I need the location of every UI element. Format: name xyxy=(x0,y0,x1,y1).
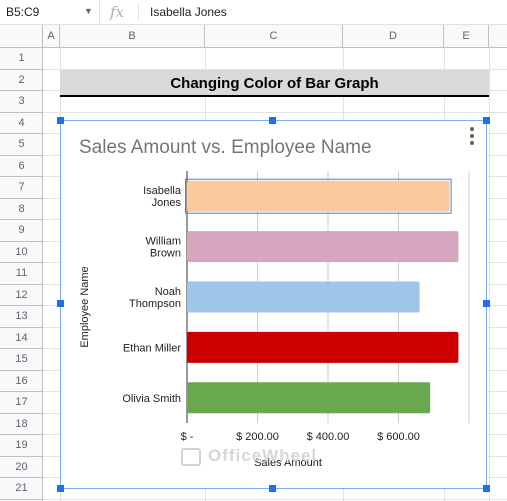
resize-handle-top-left[interactable] xyxy=(57,117,64,124)
category-label: William xyxy=(146,236,181,248)
row-header-19[interactable]: 19 xyxy=(0,435,43,457)
row-header-12[interactable]: 12 xyxy=(0,285,43,306)
sheet-title-cell[interactable]: Changing Color of Bar Graph xyxy=(60,70,489,97)
row-header-13[interactable]: 13 xyxy=(0,306,43,328)
grid-row-line xyxy=(43,498,507,500)
grid-row-line xyxy=(43,111,507,113)
resize-handle-bottom[interactable] xyxy=(269,485,276,492)
category-label: Ethan Miller xyxy=(123,342,181,354)
category-label: Noah xyxy=(155,286,181,298)
row-header-4[interactable]: 4 xyxy=(0,113,43,134)
y-axis-title: Employee Name xyxy=(79,266,91,347)
name-box-value: B5:C9 xyxy=(6,5,40,19)
x-tick-label: $ - xyxy=(181,431,194,443)
column-header-a[interactable]: A xyxy=(43,25,60,47)
row-header-6[interactable]: 6 xyxy=(0,156,43,177)
resize-handle-left[interactable] xyxy=(57,300,64,307)
column-header-d[interactable]: D xyxy=(343,25,444,47)
column-header-b[interactable]: B xyxy=(60,25,205,47)
row-header-9[interactable]: 9 xyxy=(0,220,43,242)
category-label: Isabella xyxy=(143,185,182,197)
row-header-3[interactable]: 3 xyxy=(0,91,43,113)
name-box[interactable]: B5:C9 ▼ xyxy=(0,0,100,25)
resize-handle-right[interactable] xyxy=(483,300,490,307)
row-header-18[interactable]: 18 xyxy=(0,414,43,435)
row-header-17[interactable]: 17 xyxy=(0,392,43,414)
row-header-16[interactable]: 16 xyxy=(0,371,43,392)
row-header-14[interactable]: 14 xyxy=(0,328,43,349)
resize-handle-bottom-left[interactable] xyxy=(57,485,64,492)
bar-chart[interactable]: Sales Amount vs. Employee Name Isabella J… xyxy=(60,120,487,489)
bar-william-brown xyxy=(187,231,459,263)
category-label: Jones xyxy=(152,197,182,209)
formula-divider xyxy=(138,4,139,21)
category-label: Olivia Smith xyxy=(122,393,181,405)
row-header-21[interactable]: 21 xyxy=(0,478,43,500)
bar-isabella-jones xyxy=(187,180,450,212)
resize-handle-bottom-right[interactable] xyxy=(483,485,490,492)
bar-noah-thompson xyxy=(187,281,420,313)
x-tick-label: $ 200.00 xyxy=(236,431,279,443)
x-tick-label: $ 400.00 xyxy=(307,431,350,443)
sheet-title: Changing Color of Bar Graph xyxy=(170,75,379,92)
bar-olivia smith xyxy=(187,382,431,414)
column-header: A B C D E xyxy=(0,25,507,48)
row-header-8[interactable]: 8 xyxy=(0,199,43,220)
x-tick-label: $ 600.00 xyxy=(377,431,420,443)
fx-icon: fx xyxy=(110,3,125,21)
category-label: Brown xyxy=(150,248,181,260)
select-all-corner[interactable] xyxy=(0,25,43,47)
watermark: OfficeWheel xyxy=(178,444,348,470)
row-header-2[interactable]: 2 xyxy=(0,70,43,91)
resize-handle-top[interactable] xyxy=(269,117,276,124)
formula-input[interactable]: Isabella Jones xyxy=(150,5,227,19)
column-header-e[interactable]: E xyxy=(444,25,489,47)
row-header-1[interactable]: 1 xyxy=(0,48,43,70)
category-label: Thompson xyxy=(129,298,181,310)
watermark-logo-icon xyxy=(181,448,201,466)
resize-handle-top-right[interactable] xyxy=(483,117,490,124)
watermark-text: OfficeWheel xyxy=(208,446,318,465)
row-header-20[interactable]: 20 xyxy=(0,457,43,478)
row-header-15[interactable]: 15 xyxy=(0,349,43,371)
bar-ethan miller xyxy=(187,331,459,363)
chart-plot: IsabellaJones WilliamBrown NoahThompson Eth… xyxy=(79,171,470,469)
row-header-7[interactable]: 7 xyxy=(0,177,43,199)
column-header-c[interactable]: C xyxy=(205,25,343,47)
row-header: 1 2 3 4 5 6 7 8 9 10 11 12 13 14 15 16 17 18 19 20 21 xyxy=(0,48,43,501)
chevron-down-icon[interactable]: ▼ xyxy=(84,6,93,16)
row-header-5[interactable]: 5 xyxy=(0,134,43,156)
row-header-10[interactable]: 10 xyxy=(0,242,43,263)
grid-column-line xyxy=(489,48,490,501)
formula-bar: B5:C9 ▼ fx Isabella Jones xyxy=(0,0,507,25)
row-header-11[interactable]: 11 xyxy=(0,263,43,285)
